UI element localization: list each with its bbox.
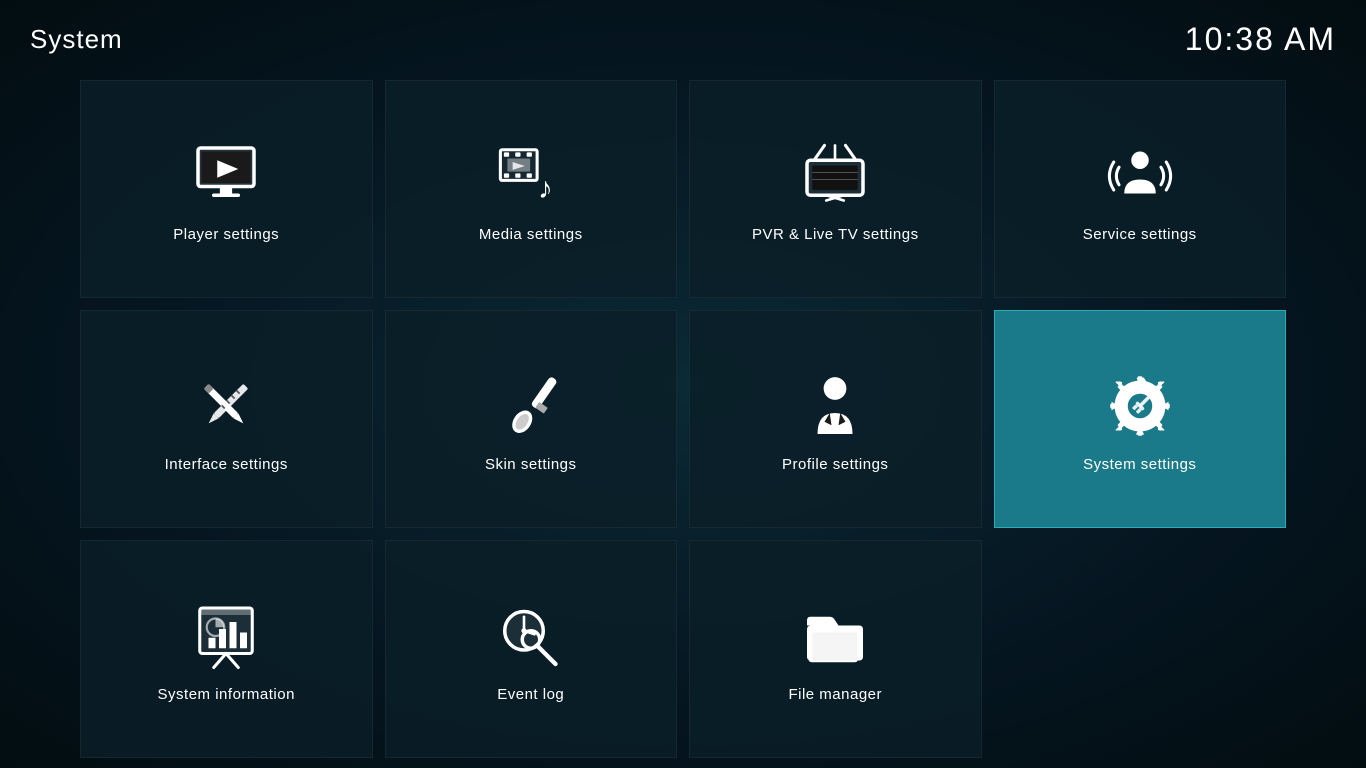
- tile-system-information[interactable]: System information: [80, 540, 373, 758]
- profile-settings-icon: [795, 366, 875, 446]
- service-settings-label: Service settings: [1083, 226, 1197, 243]
- tile-player-settings[interactable]: Player settings: [80, 80, 373, 298]
- interface-settings-label: Interface settings: [165, 456, 288, 473]
- skin-settings-icon: [491, 366, 571, 446]
- player-settings-icon: [186, 136, 266, 216]
- page-title: System: [30, 24, 123, 55]
- pvr-settings-icon: [795, 136, 875, 216]
- tile-service-settings[interactable]: Service settings: [994, 80, 1287, 298]
- system-settings-label: System settings: [1083, 456, 1196, 473]
- media-settings-label: Media settings: [479, 226, 583, 243]
- profile-settings-label: Profile settings: [782, 456, 888, 473]
- interface-settings-icon: [186, 366, 266, 446]
- service-settings-icon: [1100, 136, 1180, 216]
- tile-pvr-settings[interactable]: PVR & Live TV settings: [689, 80, 982, 298]
- skin-settings-label: Skin settings: [485, 456, 577, 473]
- settings-grid: Player settings ♪ Medi: [0, 70, 1366, 768]
- pvr-settings-label: PVR & Live TV settings: [752, 226, 919, 243]
- event-log-icon: [491, 596, 571, 676]
- tile-media-settings[interactable]: ♪ Media settings: [385, 80, 678, 298]
- tile-file-manager[interactable]: File manager: [689, 540, 982, 758]
- tile-skin-settings[interactable]: Skin settings: [385, 310, 678, 528]
- system-information-label: System information: [158, 686, 295, 703]
- media-settings-icon: ♪: [491, 136, 571, 216]
- system-information-icon: [186, 596, 266, 676]
- tile-interface-settings[interactable]: Interface settings: [80, 310, 373, 528]
- tile-system-settings[interactable]: System settings: [994, 310, 1287, 528]
- empty-cell: [994, 540, 1287, 758]
- svg-text:♪: ♪: [538, 171, 553, 204]
- system-settings-icon: [1100, 366, 1180, 446]
- file-manager-label: File manager: [788, 686, 882, 703]
- event-log-label: Event log: [497, 686, 564, 703]
- tile-profile-settings[interactable]: Profile settings: [689, 310, 982, 528]
- clock: 10:38 AM: [1185, 21, 1336, 58]
- file-manager-icon: [795, 596, 875, 676]
- player-settings-label: Player settings: [173, 226, 279, 243]
- tile-event-log[interactable]: Event log: [385, 540, 678, 758]
